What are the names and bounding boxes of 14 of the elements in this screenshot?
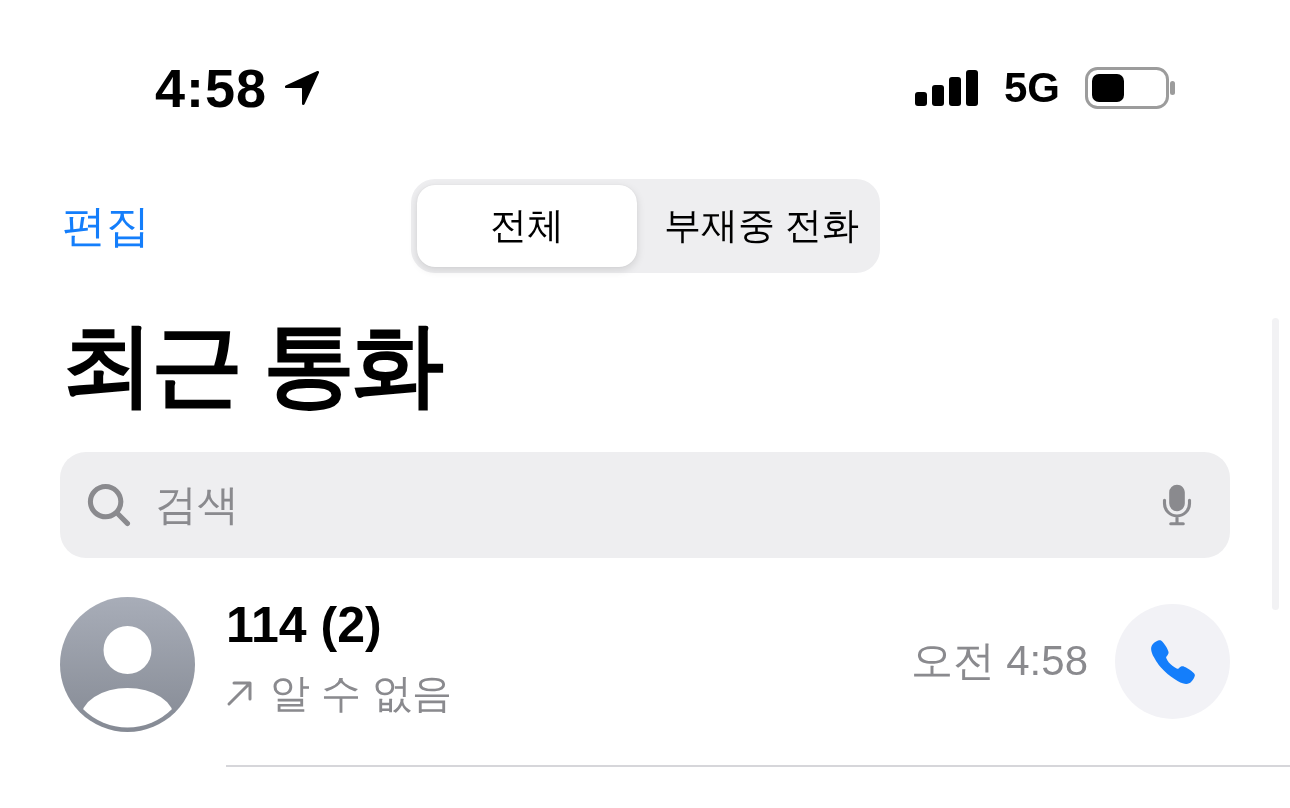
segment-tab[interactable]: 전체 <box>417 185 637 267</box>
network-label: 5G <box>1003 67 1060 109</box>
status-time: 4:58 <box>155 61 268 115</box>
call-time: 오전 4:58 <box>910 636 1088 687</box>
segment-tab[interactable]: 부재중 전화 <box>637 185 874 267</box>
signal-bars-icon <box>914 70 979 106</box>
search-field[interactable]: 검색 <box>60 452 1230 558</box>
avatar-icon <box>60 597 195 732</box>
caller-name: 114 (2) <box>226 595 382 655</box>
page-title: 최근 통화 <box>62 312 443 417</box>
call-label: 알 수 없음 <box>270 669 453 717</box>
battery-icon <box>1085 67 1175 109</box>
edit-link[interactable]: 편집 <box>62 199 150 253</box>
search-input[interactable]: 검색 <box>155 475 1132 535</box>
